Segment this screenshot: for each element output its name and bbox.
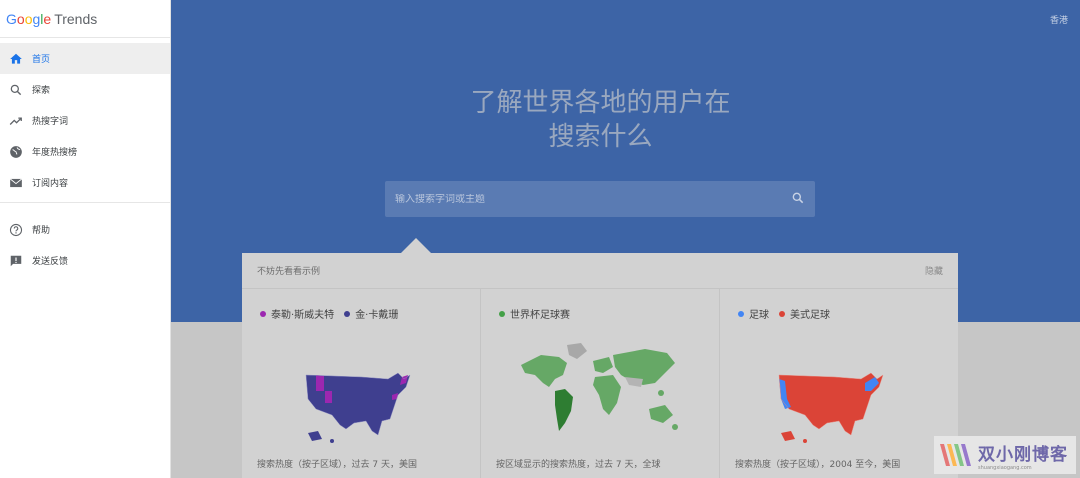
legend-label: 足球 [749, 310, 769, 321]
world-map-icon [521, 343, 678, 431]
sidebar-item-label: 探索 [32, 86, 51, 96]
card-legend: 泰勒·斯威夫特 金·卡戴珊 [242, 289, 480, 321]
search-input[interactable] [395, 193, 791, 205]
help-icon [0, 223, 32, 237]
sidebar-item-label: 年度热搜榜 [32, 148, 78, 158]
card-caption: 搜索热度（按子区域），2004 至今，美国 [735, 460, 901, 470]
blog-watermark: 双小刚博客 shuangxiaogang.com [934, 436, 1076, 474]
google-wordmark: Google [6, 11, 52, 27]
legend-item: 足球 [738, 306, 769, 321]
sidebar-item-label: 帮助 [32, 226, 51, 236]
legend-item: 世界杯足球赛 [499, 306, 570, 321]
title-line-2: 搜索什么 [548, 122, 653, 152]
legend-label: 金·卡戴珊 [355, 310, 399, 321]
card-caption: 按区域显示的搜索热度，过去 7 天，全球 [496, 460, 661, 470]
sidebar-item-trending[interactable]: 热搜字词 [0, 105, 170, 136]
sidebar-item-help[interactable]: 帮助 [0, 214, 170, 245]
search-icon [0, 83, 32, 97]
sidebar-item-label: 订阅内容 [32, 179, 69, 189]
trends-wordmark: Trends [54, 11, 98, 27]
example-card-2[interactable]: 世界杯足球赛 按区域显示的搜索热度，过去 7 天，全球 [481, 289, 720, 478]
legend-label: 美式足球 [790, 310, 830, 321]
search-box[interactable] [385, 181, 815, 217]
google-trends-logo[interactable]: Google Trends [0, 0, 170, 38]
watermark-title: 双小刚博客 [978, 444, 1068, 465]
sidebar-item-label: 首页 [32, 55, 51, 65]
legend-item: 金·卡戴珊 [344, 306, 398, 321]
legend-label: 世界杯足球赛 [510, 310, 570, 321]
sidebar-item-year-in-search[interactable]: 年度热搜榜 [0, 136, 170, 167]
example-card-1[interactable]: 泰勒·斯威夫特 金·卡戴珊 搜索热度（按子区域），过去 7 天，美国 [242, 289, 481, 478]
example-card-3[interactable]: 足球 美式足球 搜索热度（按子区域），2004 至今，美国 [720, 289, 958, 478]
sidebar-item-label: 热搜字词 [32, 117, 69, 127]
trending-icon [0, 114, 32, 128]
legend-dot [344, 310, 351, 317]
sidebar-item-label: 发送反馈 [32, 257, 69, 267]
example-cards: 泰勒·斯威夫特 金·卡戴珊 搜索热度（按子区域），过去 7 天，美国 世界杯足球… [242, 289, 958, 478]
mail-icon [0, 176, 32, 190]
watermark-url: shuangxiaogang.com [978, 464, 1032, 471]
sidebar-item-subscriptions[interactable]: 订阅内容 [0, 167, 170, 198]
examples-header: 不妨先看看示例 隐藏 [242, 253, 958, 289]
sidebar-item-explore[interactable]: 探索 [0, 74, 170, 105]
sidebar-secondary-nav: 帮助 发送反馈 [0, 209, 170, 276]
watermark-text: 双小刚博客 shuangxiaogang.com [978, 440, 1068, 471]
legend-dot [738, 310, 744, 317]
watermark-logo-icon [940, 444, 971, 466]
hide-examples-button[interactable]: 隐藏 [925, 264, 943, 277]
page-title: 了解世界各地的用户在 搜索什么 [171, 86, 1030, 154]
card-caption: 搜索热度（按子区域），过去 7 天，美国 [257, 460, 417, 470]
sidebar-divider [0, 202, 170, 203]
us-map-icon [305, 372, 411, 443]
examples-panel: 不妨先看看示例 隐藏 泰勒·斯威夫特 金·卡戴珊 搜索热度（按子区域），过去 7… [242, 253, 958, 478]
us-map-icon [778, 372, 884, 443]
card-legend: 世界杯足球赛 [481, 289, 719, 321]
home-icon [0, 52, 32, 66]
title-line-1: 了解世界各地的用户在 [470, 88, 731, 118]
sidebar-item-feedback[interactable]: 发送反馈 [0, 245, 170, 276]
card-legend: 足球 美式足球 [720, 289, 958, 321]
region-selector[interactable]: 香港 [1050, 13, 1068, 26]
legend-label: 泰勒·斯威夫特 [271, 310, 335, 321]
search-icon[interactable] [791, 190, 805, 209]
legend-dot [499, 310, 505, 317]
sidebar: Google Trends 首页 探索 热搜字词 年度热搜榜 订阅内容 帮助 发… [0, 0, 171, 478]
legend-item: 美式足球 [779, 306, 830, 321]
panel-pointer [400, 238, 432, 254]
sidebar-nav: 首页 探索 热搜字词 年度热搜榜 订阅内容 [0, 38, 170, 198]
legend-dot [779, 310, 785, 317]
feedback-icon [0, 254, 32, 268]
examples-title: 不妨先看看示例 [257, 267, 321, 277]
legend-item: 泰勒·斯威夫特 [260, 306, 334, 321]
globe-icon [0, 145, 32, 159]
legend-dot [260, 310, 266, 317]
sidebar-item-home[interactable]: 首页 [0, 43, 170, 74]
